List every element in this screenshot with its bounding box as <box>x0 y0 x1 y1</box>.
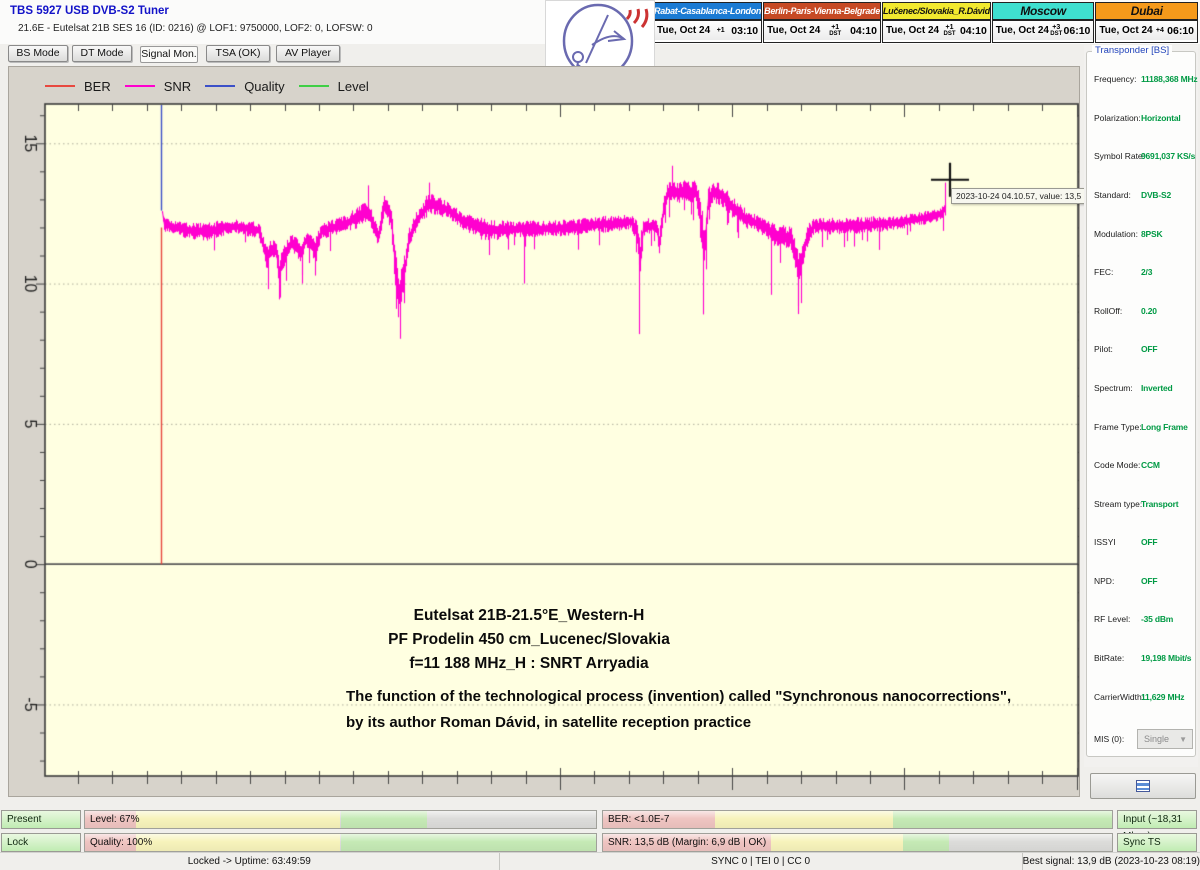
row-rf-level: RF Level:-35 dBm <box>1087 614 1195 627</box>
snr-plot-canvas[interactable] <box>9 67 1079 796</box>
present-badge: Present <box>1 810 81 829</box>
clock-panel-rabat: Rabat-Casablanca-London Tue, Oct 24 +1 0… <box>653 2 762 43</box>
row-code-mode: Code Mode:CCM <box>1087 460 1195 473</box>
quality-meter: Quality: 100% <box>84 833 597 852</box>
clock-date: Tue, Oct 24 <box>1099 25 1152 36</box>
clock-panel-moscow: Moscow Tue, Oct 24 +3DST 06:10 <box>992 2 1095 43</box>
clock-panel-dubai: Dubai Tue, Oct 24 +4 06:10 <box>1095 2 1198 43</box>
row-spectrum: Spectrum:Inverted <box>1087 383 1195 396</box>
transponder-groupbox: Transponder [BS] Frequency:11188,368 MHz… <box>1086 51 1196 757</box>
clock-date: Tue, Oct 24 <box>996 25 1049 36</box>
world-clocks: Rabat-Casablanca-London Tue, Oct 24 +1 0… <box>652 2 1198 43</box>
tab-av-player[interactable]: AV Player <box>276 45 340 62</box>
mode-tabbar: BS Mode DT Mode Signal Mon. TSA (OK) AV … <box>8 45 1078 64</box>
clock-panel-berlin: Berlin-Paris-Vienna-Belgrade Tue, Oct 24… <box>763 2 881 43</box>
row-standard: Standard:DVB-S2 <box>1087 190 1195 203</box>
clock-time: 06:10 <box>1064 25 1091 37</box>
clock-panel-lucenec: Lučenec/Slovakia_R.Dávid Tue, Oct 24 +1D… <box>882 2 991 43</box>
row-rolloff: RollOff:0.20 <box>1087 306 1195 319</box>
clock-city: Rabat-Casablanca-London <box>654 3 761 21</box>
quality-legend-line <box>205 85 235 87</box>
clock-time: 03:10 <box>731 25 758 37</box>
legend-label-ber: BER <box>84 79 111 94</box>
clock-date: Tue, Oct 24 <box>886 25 939 36</box>
chart-legend: BER SNR Quality Level <box>45 76 369 96</box>
tab-tsa[interactable]: TSA (OK) <box>206 45 270 62</box>
sync-counters: SYNC 0 | TEI 0 | CC 0 <box>500 853 1023 870</box>
tab-dt-mode[interactable]: DT Mode <box>72 45 132 62</box>
dst-flag: DST <box>829 31 841 37</box>
utc-offset: +1 <box>717 28 725 34</box>
row-polarization: Polarization:Horizontal <box>1087 113 1195 126</box>
level-meter: Level: 67% <box>84 810 597 829</box>
row-fec: FEC:2/3 <box>1087 267 1195 280</box>
row-npd: NPD:OFF <box>1087 576 1195 589</box>
row-issyi: ISSYIOFF <box>1087 537 1195 550</box>
clock-city: Berlin-Paris-Vienna-Belgrade <box>764 3 880 21</box>
row-symbol-rate: Symbol Rate:9691,037 KS/s <box>1087 151 1195 164</box>
clock-city: Moscow <box>993 3 1094 21</box>
clock-city: Dubai <box>1096 3 1197 21</box>
chevron-down-icon: ▼ <box>1179 735 1187 744</box>
ber-meter: BER: <1.0E-7 <box>602 810 1113 829</box>
lock-badge: Lock <box>1 833 81 852</box>
panel-collapse-button[interactable] <box>1090 773 1196 799</box>
sync-ts-badge: Sync TS <box>1117 833 1197 852</box>
dst-flag: DST <box>1050 31 1062 37</box>
row-frequency: Frequency:11188,368 MHz <box>1087 74 1195 87</box>
clock-time: 04:10 <box>960 25 987 37</box>
snr-meter: SNR: 13,5 dB (Margin: 6,9 dB | OK) <box>602 833 1113 852</box>
row-modulation: Modulation:8PSK <box>1087 229 1195 242</box>
best-signal: Best signal: 13,9 dB (2023-10-23 08:19) <box>1023 853 1200 870</box>
panel-icon <box>1136 780 1150 792</box>
ber-legend-line <box>45 85 75 87</box>
mis-select[interactable]: Single▼ <box>1137 729 1193 749</box>
legend-label-quality: Quality <box>244 79 284 94</box>
row-bitrate: BitRate:19,198 Mbit/s <box>1087 653 1195 666</box>
level-legend-line <box>299 85 329 87</box>
signal-meters: Present Lock Level: 67% Quality: 100% BE… <box>0 806 1200 852</box>
tab-signal-mon[interactable]: Signal Mon. <box>140 46 198 63</box>
status-bar: Locked -> Uptime: 63:49:59 SYNC 0 | TEI … <box>0 852 1200 870</box>
utc-offset: +4 <box>1156 28 1164 34</box>
tab-bs-mode[interactable]: BS Mode <box>8 45 68 62</box>
row-pilot: Pilot:OFF <box>1087 344 1195 357</box>
transponder-sidebar: Transponder [BS] Frequency:11188,368 MHz… <box>1084 45 1198 767</box>
clock-time: 06:10 <box>1167 25 1194 37</box>
tuner-subtitle: 21.6E - Eutelsat 21B SES 16 (ID: 0216) @… <box>18 23 373 34</box>
legend-label-level: Level <box>338 79 369 94</box>
dst-flag: DST <box>944 31 956 37</box>
row-stream-type: Stream type:Transport <box>1087 499 1195 512</box>
app-title: TBS 5927 USB DVB-S2 Tuner <box>10 5 169 17</box>
clock-date: Tue, Oct 24 <box>657 25 710 36</box>
clock-date: Tue, Oct 24 <box>767 25 820 36</box>
legend-label-snr: SNR <box>164 79 191 94</box>
snr-legend-line <box>125 85 155 87</box>
input-badge: Input (~18,31 Mbps) <box>1117 810 1197 829</box>
clock-city: Lučenec/Slovakia_R.Dávid <box>883 3 990 21</box>
row-frame-type: Frame Type:Long Frame <box>1087 422 1195 435</box>
clock-time: 04:10 <box>850 25 877 37</box>
uptime-status: Locked -> Uptime: 63:49:59 <box>0 853 500 870</box>
row-carrierwidth: CarrierWidth:11,629 MHz <box>1087 692 1195 705</box>
signal-monitor-chart: BER SNR Quality Level Eutelsat 21B-21.5°… <box>8 66 1080 797</box>
groupbox-title: Transponder [BS] <box>1092 45 1172 56</box>
row-mis: MIS (0): Single▼ <box>1087 734 1195 747</box>
